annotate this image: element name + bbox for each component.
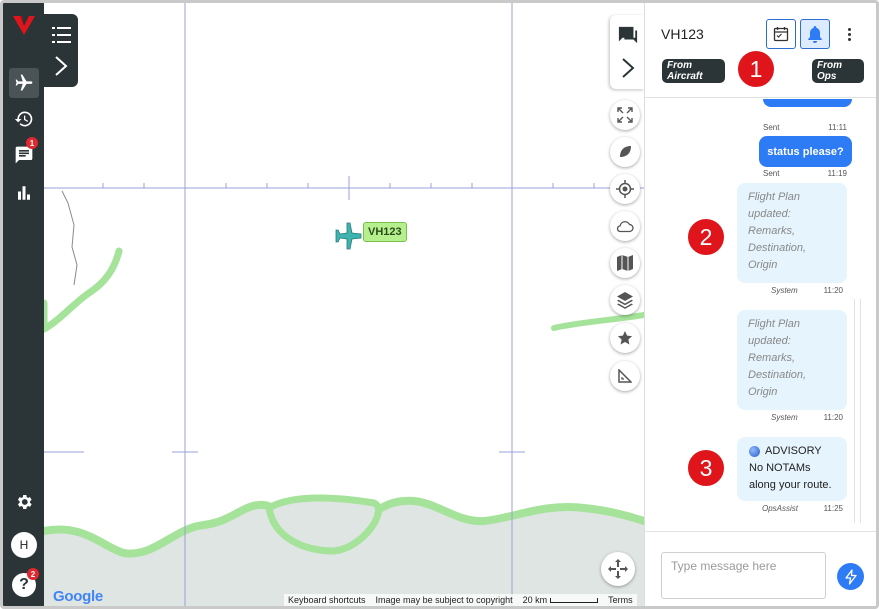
- aircraft-label[interactable]: VH123: [363, 222, 407, 242]
- advisory-bubble: ADVISORY No NOTAMs along your route.: [737, 437, 847, 501]
- nav-flights[interactable]: [9, 68, 39, 98]
- nav-history[interactable]: [9, 104, 39, 134]
- fullscreen-button[interactable]: [610, 100, 640, 130]
- airplane-icon: [15, 74, 33, 91]
- panel-title: VH123: [661, 26, 704, 42]
- weather-button[interactable]: [610, 211, 640, 241]
- schedule-button[interactable]: [766, 19, 796, 49]
- message-composer: [645, 531, 876, 606]
- map-type-button[interactable]: [610, 248, 640, 278]
- brand-logo[interactable]: [9, 10, 39, 40]
- gear-icon: [17, 495, 32, 509]
- locate-icon: [616, 180, 634, 198]
- leaf-icon: [620, 146, 631, 157]
- message-input[interactable]: [661, 552, 826, 599]
- message-meta: System 11:20: [771, 286, 843, 295]
- copyright-notice: Image may be subject to copyright: [375, 595, 513, 605]
- send-button[interactable]: [837, 563, 864, 590]
- map-attribution: Keyboard shortcuts Image may be subject …: [284, 594, 637, 606]
- nav-help[interactable]: ? 2: [9, 568, 39, 600]
- filter-from-ops[interactable]: From Ops: [812, 59, 864, 83]
- calendar-icon: [773, 27, 789, 42]
- star-icon: [617, 331, 633, 345]
- help-badge: 2: [27, 568, 39, 580]
- nav-settings[interactable]: [9, 487, 39, 517]
- message-meta: OpsAssist 11:25: [762, 504, 843, 513]
- messages-panel: VH123 From Aircraft From Ops Sent 11:11 …: [644, 3, 876, 606]
- map-menu-toggle[interactable]: [44, 14, 78, 87]
- list-icon: [52, 27, 71, 43]
- chat-icon: [618, 26, 638, 44]
- callout-badge-2: 2: [686, 217, 726, 257]
- measure-button[interactable]: [610, 361, 640, 391]
- ruler-icon: [618, 369, 632, 383]
- callout-badge-3: 3: [686, 448, 726, 488]
- chevron-right-icon: [622, 58, 635, 78]
- more-options-button[interactable]: [843, 23, 855, 45]
- filter-from-aircraft[interactable]: From Aircraft: [662, 59, 725, 83]
- user-avatar-button[interactable]: H: [9, 530, 39, 560]
- avatar: H: [11, 532, 37, 558]
- notifications-button[interactable]: [800, 19, 830, 49]
- map-icon: [617, 255, 633, 271]
- message-scrollbar[interactable]: [854, 299, 861, 523]
- message-bubble: Flight Plan updated: Remarks, Destinatio…: [737, 310, 847, 410]
- nav-messages[interactable]: 1: [9, 137, 39, 170]
- left-nav: 1 H ? 2: [3, 3, 44, 606]
- message-bubble: [763, 99, 852, 107]
- bell-icon: [808, 26, 822, 43]
- layers-button[interactable]: [610, 285, 640, 315]
- leaf-button[interactable]: [610, 137, 640, 167]
- chevron-right-icon: [55, 56, 68, 76]
- google-logo: Google: [53, 588, 103, 605]
- aircraft-marker: [335, 222, 362, 250]
- callout-badge-1: 1: [736, 49, 776, 89]
- history-icon: [14, 111, 33, 127]
- lightning-icon: [844, 568, 857, 585]
- message-meta: Sent 11:19: [763, 169, 847, 178]
- bar-chart-icon: [18, 186, 30, 200]
- messages-badge: 1: [26, 137, 38, 149]
- pan-control[interactable]: [601, 552, 635, 586]
- terms-link[interactable]: Terms: [608, 595, 633, 605]
- message-bubble: status please?: [759, 136, 852, 167]
- fullscreen-icon: [617, 107, 633, 123]
- message-list[interactable]: Sent 11:11 status please? Sent 11:19 Fli…: [645, 99, 876, 531]
- layers-icon: [617, 292, 633, 309]
- globe-icon: [749, 446, 760, 457]
- panel-collapse-tab[interactable]: [610, 15, 644, 89]
- message-meta: System 11:20: [771, 413, 843, 422]
- map-view[interactable]: VH123 Google Keyboard shortcuts Image ma…: [44, 3, 644, 606]
- cloud-icon: [616, 221, 634, 233]
- locate-button[interactable]: [610, 174, 640, 204]
- message-meta: Sent 11:11: [763, 123, 847, 132]
- app-window: 1 H ? 2 VH123 Google Keyboard shortcuts …: [0, 0, 879, 609]
- nav-reports[interactable]: [9, 178, 39, 208]
- keyboard-shortcuts-link[interactable]: Keyboard shortcuts: [288, 595, 366, 605]
- favorites-button[interactable]: [610, 323, 640, 353]
- move-icon: [608, 559, 628, 579]
- message-bubble: Flight Plan updated: Remarks, Destinatio…: [737, 183, 847, 283]
- map-canvas: [44, 3, 644, 606]
- scale-bar: 20 km: [523, 595, 599, 605]
